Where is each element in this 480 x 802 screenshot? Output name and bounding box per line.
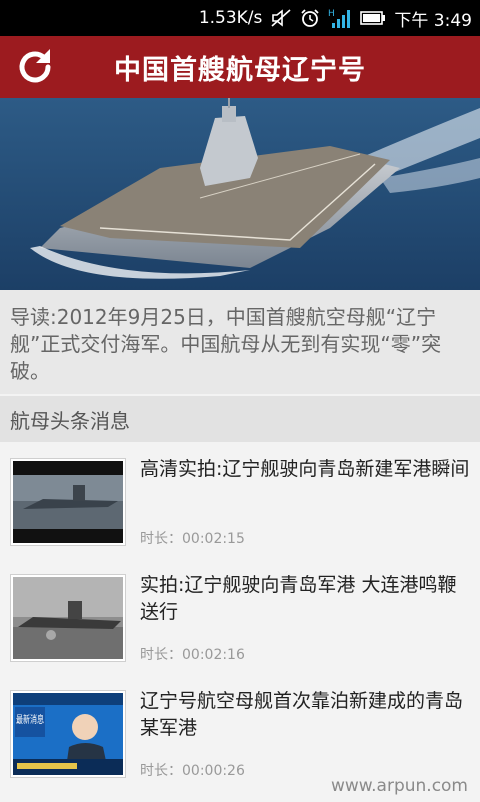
clock: 下午 3:49 [394, 10, 472, 31]
intro-text: 导读:2012年9月25日，中国首艘航空母舰“辽宁舰”正式交付海军。中国航母从无… [0, 290, 480, 394]
news-title: 高清实拍:辽宁舰驶向青岛新建军港瞬间 [140, 458, 470, 480]
list-item[interactable]: 最新消息 辽宁号航空母舰首次靠泊新建成的青岛某军港 时长：00:00:26 [0, 674, 480, 790]
watermark: www.arpun.com [330, 776, 468, 796]
news-title: 辽宁号航空母舰首次靠泊新建成的青岛某军港 [140, 690, 464, 739]
news-duration: 时长：00:02:15 [140, 531, 245, 547]
list-item[interactable]: 高清实拍:辽宁舰驶向青岛新建军港瞬间 时长：00:02:15 [0, 442, 480, 558]
no-sound-icon [270, 8, 292, 28]
news-list: 高清实拍:辽宁舰驶向青岛新建军港瞬间 时长：00:02:15 实拍:辽宁舰驶向青… [0, 442, 480, 802]
status-bar: 1.53K/s H 下午 3:49 [0, 0, 480, 36]
video-thumbnail [10, 574, 126, 662]
svg-text:H: H [328, 9, 335, 19]
battery-icon [360, 10, 386, 26]
video-thumbnail: 最新消息 [10, 690, 126, 778]
news-duration: 时长：00:00:26 [140, 763, 245, 779]
network-speed: 1.53K/s [198, 8, 263, 28]
news-duration: 时长：00:02:16 [140, 647, 245, 663]
list-item[interactable]: 实拍:辽宁舰驶向青岛军港 大连港鸣鞭送行 时长：00:02:16 [0, 558, 480, 674]
app-header: 中国首艘航母辽宁号 [0, 36, 480, 98]
news-title: 实拍:辽宁舰驶向青岛军港 大连港鸣鞭送行 [140, 574, 457, 623]
refresh-icon [19, 49, 51, 83]
refresh-button[interactable] [12, 44, 58, 90]
thumbnail-caption: 最新消息 [16, 713, 44, 726]
page-title: 中国首艘航母辽宁号 [114, 54, 366, 86]
hero-image-carrier[interactable] [0, 98, 480, 290]
section-title: 航母头条消息 [0, 396, 480, 442]
alarm-icon [300, 8, 320, 28]
signal-icon: H [328, 7, 352, 29]
video-thumbnail [10, 458, 126, 546]
